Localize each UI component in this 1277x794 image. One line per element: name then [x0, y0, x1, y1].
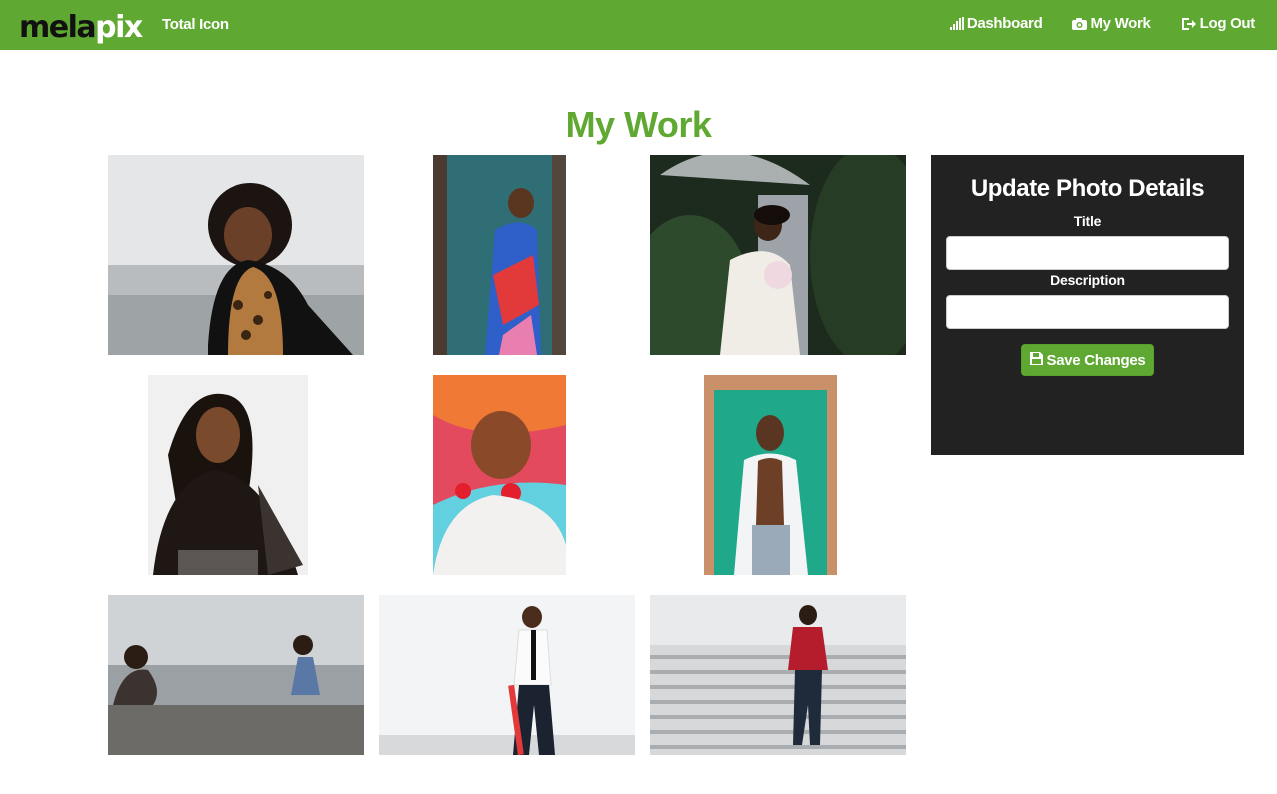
nav-logout-link[interactable]: Log Out [1181, 15, 1255, 32]
save-changes-label: Save Changes [1046, 351, 1146, 369]
photo-man-red-jacket-steps[interactable] [650, 595, 906, 755]
title-field-label: Title [1073, 213, 1102, 229]
description-input[interactable] [946, 295, 1229, 329]
brand-subtitle[interactable]: Total Icon [162, 16, 229, 33]
nav-links: Dashboard My Work Log Out [949, 15, 1255, 32]
update-photo-panel: Update Photo Details Title Description S… [931, 155, 1244, 455]
photo-woman-colorful-dress[interactable] [433, 155, 566, 355]
nav-dashboard-label: Dashboard [966, 15, 1043, 32]
photo-bride-groom-umbrella[interactable] [650, 155, 906, 355]
title-input[interactable] [946, 236, 1229, 270]
signal-bars-icon [949, 17, 964, 30]
top-navbar: mela pix Total Icon Dashboard My Work Lo… [0, 0, 1277, 50]
nav-my-work-label: My Work [1090, 15, 1151, 32]
photo-man-girl-sidewalk[interactable] [108, 595, 364, 755]
logo-text-mela: mela [19, 10, 97, 45]
melapix-logo[interactable]: mela pix [19, 7, 143, 45]
nav-logout-label: Log Out [1199, 15, 1256, 32]
photo-man-green-door[interactable] [704, 375, 837, 575]
photo-girl-leopard-vest[interactable] [108, 155, 364, 355]
panel-title: Update Photo Details [970, 175, 1205, 202]
photo-woman-black-outfit[interactable] [148, 375, 308, 575]
photo-woman-colorful-backdrop[interactable] [433, 375, 566, 575]
floppy-disk-icon [1029, 351, 1043, 369]
nav-dashboard-link[interactable]: Dashboard [949, 15, 1043, 32]
save-changes-button[interactable]: Save Changes [1021, 344, 1154, 376]
logo-text-pix: pix [95, 10, 143, 45]
description-field-label: Description [1050, 272, 1125, 288]
camera-icon [1072, 17, 1088, 30]
logout-icon [1181, 17, 1197, 31]
page-title: My Work [565, 104, 712, 145]
nav-my-work-link[interactable]: My Work [1072, 15, 1151, 32]
photo-man-white-shirt-tie[interactable] [379, 595, 635, 755]
